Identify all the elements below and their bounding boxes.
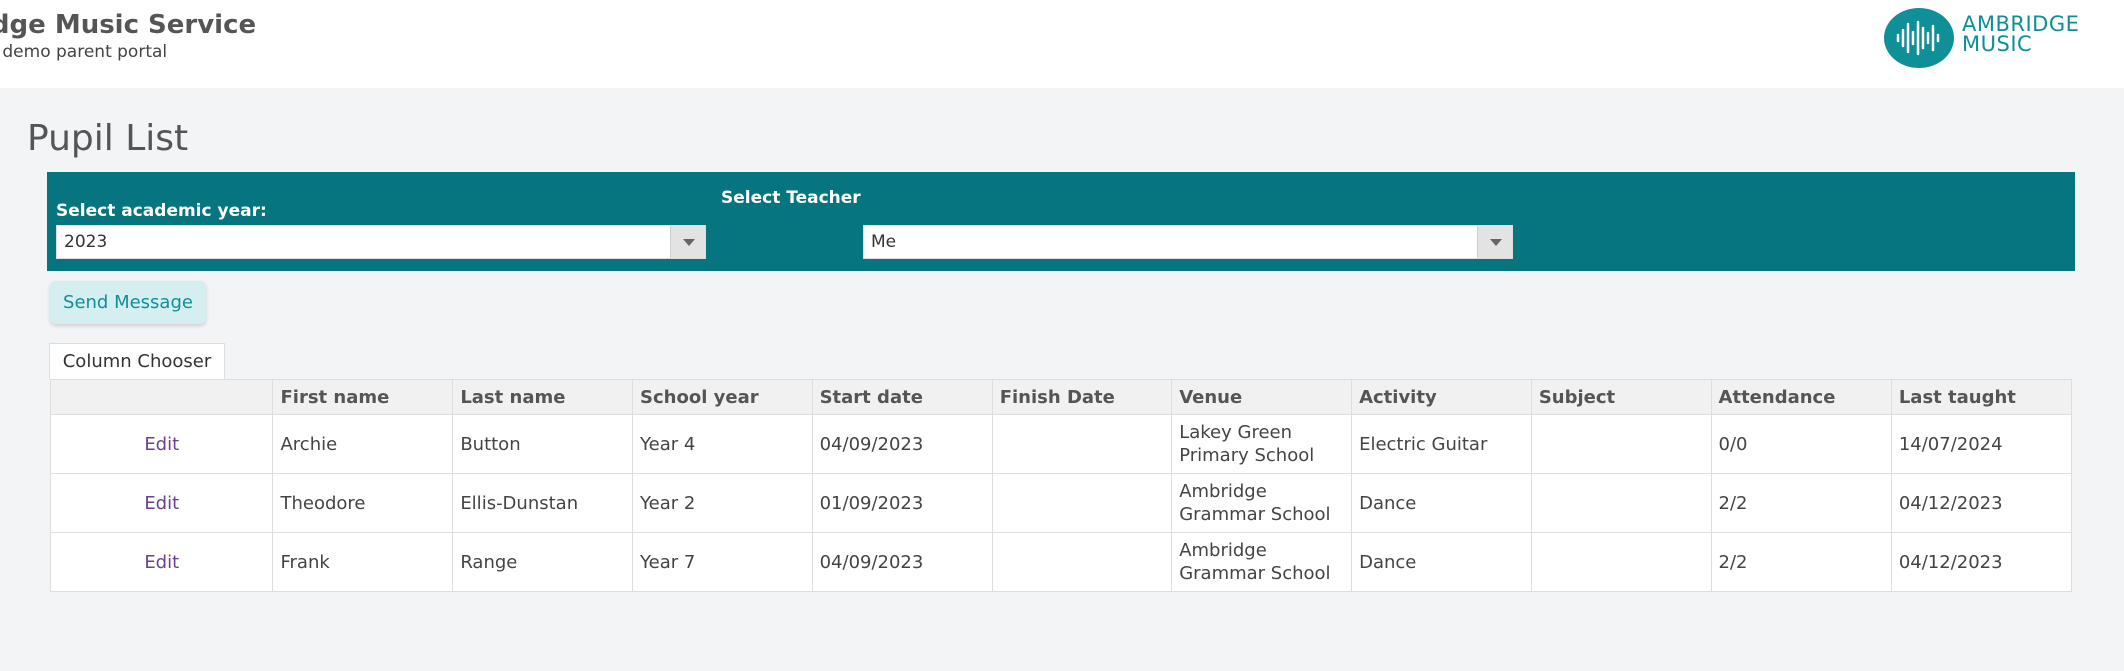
cell-finish-date xyxy=(991,532,1173,592)
col-header-venue[interactable]: Venue xyxy=(1171,379,1353,415)
cell-last-taught: 04/12/2023 xyxy=(1890,532,2073,592)
col-header-finish-date[interactable]: Finish Date xyxy=(991,379,1173,415)
cell-finish-date xyxy=(991,414,1173,474)
teacher-label: Select Teacher xyxy=(721,188,861,208)
cell-attendance: 2/2 xyxy=(1710,532,1892,592)
cell-venue: Ambridge Grammar School xyxy=(1171,532,1353,592)
teacher-value: Me xyxy=(871,232,897,252)
soundwave-icon xyxy=(1884,8,1954,68)
send-message-button[interactable]: Send Message xyxy=(50,281,206,324)
edit-link[interactable]: Edit xyxy=(49,532,274,592)
chevron-down-icon[interactable] xyxy=(1477,226,1512,258)
col-header-first-name[interactable]: First name xyxy=(272,379,454,415)
table-header-row: First name Last name School year Start d… xyxy=(49,379,2073,415)
cell-school-year: Year 7 xyxy=(632,532,813,592)
academic-year-value: 2023 xyxy=(64,232,108,252)
cell-school-year: Year 4 xyxy=(632,414,813,474)
teacher-select[interactable]: Me xyxy=(863,225,1513,259)
cell-subject xyxy=(1530,532,1712,592)
cell-finish-date xyxy=(991,473,1173,533)
cell-attendance: 0/0 xyxy=(1710,414,1892,474)
col-header-school-year[interactable]: School year xyxy=(632,379,813,415)
cell-first-name: Frank xyxy=(272,532,454,592)
cell-start-date: 04/09/2023 xyxy=(811,532,993,592)
cell-activity: Dance xyxy=(1351,532,1532,592)
column-chooser-button[interactable]: Column Chooser xyxy=(49,343,225,379)
cell-subject xyxy=(1530,473,1712,533)
logo-text: AMBRIDGE MUSIC xyxy=(1962,12,2080,56)
edit-link[interactable]: Edit xyxy=(49,414,274,474)
site-subtitle: r demo parent portal xyxy=(0,42,168,62)
page-title: Pupil List xyxy=(27,118,189,159)
pupil-table: First name Last name School year Start d… xyxy=(49,379,2073,592)
cell-last-name: Range xyxy=(452,532,634,592)
col-header-last-taught[interactable]: Last taught xyxy=(1890,379,2073,415)
cell-last-name: Ellis-Dunstan xyxy=(452,473,634,533)
site-title: idge Music Service xyxy=(0,10,257,40)
cell-start-date: 01/09/2023 xyxy=(811,473,993,533)
col-header-start-date[interactable]: Start date xyxy=(811,379,993,415)
col-header-activity[interactable]: Activity xyxy=(1351,379,1532,415)
col-header-last-name[interactable]: Last name xyxy=(452,379,634,415)
cell-first-name: Archie xyxy=(272,414,454,474)
col-header-actions xyxy=(49,379,274,415)
table-row: Edit Theodore Ellis-Dunstan Year 2 01/09… xyxy=(49,473,2073,533)
cell-last-name: Button xyxy=(452,414,634,474)
cell-subject xyxy=(1530,414,1712,474)
cell-last-taught: 04/12/2023 xyxy=(1890,473,2073,533)
academic-year-select[interactable]: 2023 xyxy=(56,225,706,259)
logo-text-line2: MUSIC xyxy=(1962,32,2033,56)
academic-year-label: Select academic year: xyxy=(56,201,267,221)
chevron-down-icon[interactable] xyxy=(670,226,705,258)
filter-panel: Select academic year: 2023 Select Teache… xyxy=(47,172,2075,271)
cell-activity: Dance xyxy=(1351,473,1532,533)
cell-last-taught: 14/07/2024 xyxy=(1890,414,2073,474)
cell-venue: Ambridge Grammar School xyxy=(1171,473,1353,533)
col-header-subject[interactable]: Subject xyxy=(1530,379,1712,415)
table-row: Edit Frank Range Year 7 04/09/2023 Ambri… xyxy=(49,532,2073,592)
cell-venue: Lakey Green Primary School xyxy=(1171,414,1353,474)
cell-first-name: Theodore xyxy=(272,473,454,533)
cell-school-year: Year 2 xyxy=(632,473,813,533)
table-row: Edit Archie Button Year 4 04/09/2023 Lak… xyxy=(49,414,2073,474)
cell-start-date: 04/09/2023 xyxy=(811,414,993,474)
col-header-attendance[interactable]: Attendance xyxy=(1710,379,1892,415)
logo-text-line1: AMBRIDGE xyxy=(1962,12,2080,36)
top-bar: idge Music Service r demo parent portal … xyxy=(0,0,2124,88)
brand-logo[interactable]: AMBRIDGE MUSIC xyxy=(1884,8,2084,68)
cell-activity: Electric Guitar xyxy=(1351,414,1532,474)
edit-link[interactable]: Edit xyxy=(49,473,274,533)
cell-attendance: 2/2 xyxy=(1710,473,1892,533)
